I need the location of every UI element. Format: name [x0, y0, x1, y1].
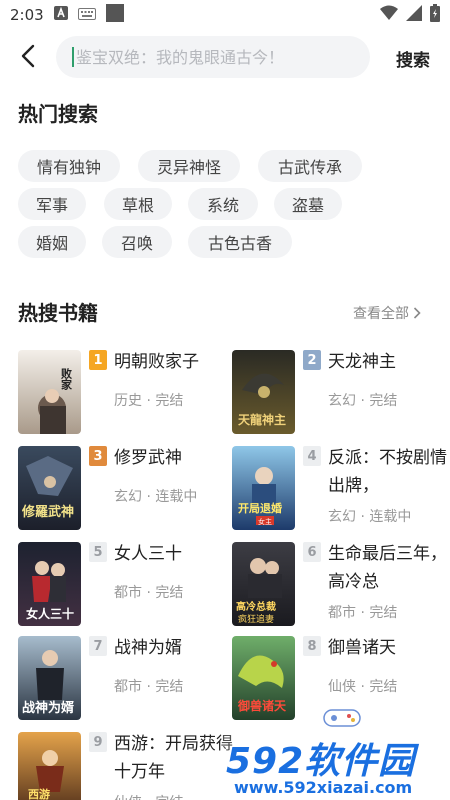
search-box[interactable] — [56, 36, 370, 78]
svg-text:开局退婚: 开局退婚 — [238, 501, 282, 515]
app-notification-icon — [53, 6, 68, 24]
svg-text:天龍神主: 天龍神主 — [238, 412, 286, 427]
back-button[interactable] — [14, 42, 42, 70]
book-meta: 仙侠 · 完结 — [328, 679, 398, 695]
book-title: 修罗武神 — [114, 448, 182, 468]
search-input[interactable] — [76, 47, 346, 67]
view-all-link[interactable]: 查看全部 — [353, 303, 421, 323]
square-notification-icon — [105, 4, 124, 26]
book-title: 生命最后三年，高冷总 — [328, 544, 447, 592]
status-time: 2:03 — [10, 6, 44, 24]
gamepad-icon — [322, 706, 362, 732]
book-meta: 玄幻 · 连载中 — [328, 509, 412, 525]
chevron-right-icon — [413, 307, 421, 319]
book-cover[interactable]: 御兽诸天 — [232, 636, 295, 720]
view-all-label: 查看全部 — [353, 306, 409, 322]
wifi-icon — [380, 5, 398, 25]
svg-text:女人三十: 女人三十 — [26, 606, 74, 621]
hot-tag[interactable]: 灵异神怪 — [138, 150, 240, 182]
svg-text:战神为婿: 战神为婿 — [22, 700, 75, 716]
rank-badge: 7 — [89, 636, 107, 656]
book-title: 女人三十 — [114, 544, 182, 564]
book-title: 明朝败家子 — [114, 352, 199, 372]
book-meta: 都市 · 完结 — [328, 605, 398, 621]
svg-text:女主: 女主 — [258, 517, 272, 526]
rank-badge: 1 — [89, 350, 107, 370]
book-cover[interactable]: 修羅武神 — [18, 446, 81, 530]
status-bar: 2:03 — [0, 0, 450, 30]
hot-books-title: 热搜书籍 — [18, 301, 98, 325]
book-meta: 仙侠 · 完结 — [114, 792, 183, 800]
watermark-logo: 592软件园 — [226, 741, 416, 782]
book-cover[interactable]: 战神为婿 — [18, 636, 81, 720]
book-cover[interactable]: 高冷总裁 疯狂追妻 — [232, 542, 295, 626]
svg-text:御兽诸天: 御兽诸天 — [237, 698, 287, 713]
book-meta: 玄幻 · 连载中 — [114, 489, 198, 505]
book-item[interactable]: 西游 9 西游：开局获得十万年 仙侠 · 完结 — [18, 732, 233, 800]
book-cover[interactable]: 开局退婚女主 — [232, 446, 295, 530]
book-cover[interactable]: 西游 — [18, 732, 81, 800]
book-title: 天龙神主 — [328, 352, 396, 372]
book-item[interactable]: 高冷总裁 疯狂追妻 6 生命最后三年，高冷总 都市 · 完结 — [232, 542, 447, 628]
book-item[interactable]: 天龍神主 2 天龙神主 玄幻 · 完结 — [232, 350, 432, 436]
svg-text:修羅武神: 修羅武神 — [21, 504, 74, 520]
signal-icon — [406, 5, 422, 25]
book-title: 战神为婿 — [114, 638, 182, 658]
hot-tag[interactable]: 召唤 — [102, 226, 172, 258]
keyboard-icon — [77, 6, 96, 24]
battery-icon — [430, 4, 440, 26]
rank-badge: 6 — [303, 542, 321, 562]
hot-tag[interactable]: 草根 — [104, 188, 172, 220]
hot-tag[interactable]: 盗墓 — [274, 188, 342, 220]
rank-badge: 5 — [89, 542, 107, 562]
book-cover[interactable]: 败家 — [18, 350, 81, 434]
hot-tag[interactable]: 古色古香 — [188, 226, 292, 258]
text-cursor — [72, 47, 74, 67]
book-title: 反派：不按剧情出牌， — [328, 448, 447, 496]
svg-text:高冷总裁: 高冷总裁 — [236, 600, 276, 613]
svg-text:败家: 败家 — [60, 367, 73, 391]
book-item[interactable]: 开局退婚女主 4 反派：不按剧情出牌， 玄幻 · 连载中 — [232, 446, 447, 532]
svg-text:西游: 西游 — [28, 787, 50, 800]
watermark-url: www.592xiazai.com — [234, 778, 413, 797]
rank-badge: 8 — [303, 636, 321, 656]
rank-badge: 9 — [89, 732, 107, 752]
watermark: 592软件园 www.592xiazai.com — [222, 709, 450, 800]
hot-tag[interactable]: 婚姻 — [18, 226, 86, 258]
book-meta: 玄幻 · 完结 — [328, 393, 398, 409]
book-meta: 都市 · 完结 — [114, 679, 184, 695]
book-item[interactable]: 女人三十 5 女人三十 都市 · 完结 — [18, 542, 218, 628]
book-cover[interactable]: 女人三十 — [18, 542, 81, 626]
rank-badge: 2 — [303, 350, 321, 370]
book-item[interactable]: 战神为婿 7 战神为婿 都市 · 完结 — [18, 636, 218, 722]
book-title: 西游：开局获得十万年 — [114, 734, 233, 782]
hot-tag[interactable]: 系统 — [188, 188, 258, 220]
hot-tag[interactable]: 古武传承 — [258, 150, 362, 182]
rank-badge: 3 — [89, 446, 107, 466]
book-item[interactable]: 败家 1 明朝败家子 历史 · 完结 — [18, 350, 218, 436]
book-item[interactable]: 修羅武神 3 修罗武神 玄幻 · 连载中 — [18, 446, 218, 532]
hot-search-title: 热门搜索 — [18, 102, 98, 126]
hot-tag[interactable]: 情有独钟 — [18, 150, 120, 182]
book-title: 御兽诸天 — [328, 638, 396, 658]
hot-tag[interactable]: 军事 — [18, 188, 86, 220]
rank-badge: 4 — [303, 446, 321, 466]
chevron-left-icon — [21, 44, 35, 68]
book-meta: 历史 · 完结 — [114, 393, 184, 409]
book-meta: 都市 · 完结 — [114, 585, 184, 601]
book-cover[interactable]: 天龍神主 — [232, 350, 295, 434]
search-bar-row: 搜索 — [0, 34, 450, 80]
search-button[interactable]: 搜索 — [396, 46, 430, 71]
svg-text:疯狂追妻: 疯狂追妻 — [238, 613, 274, 625]
